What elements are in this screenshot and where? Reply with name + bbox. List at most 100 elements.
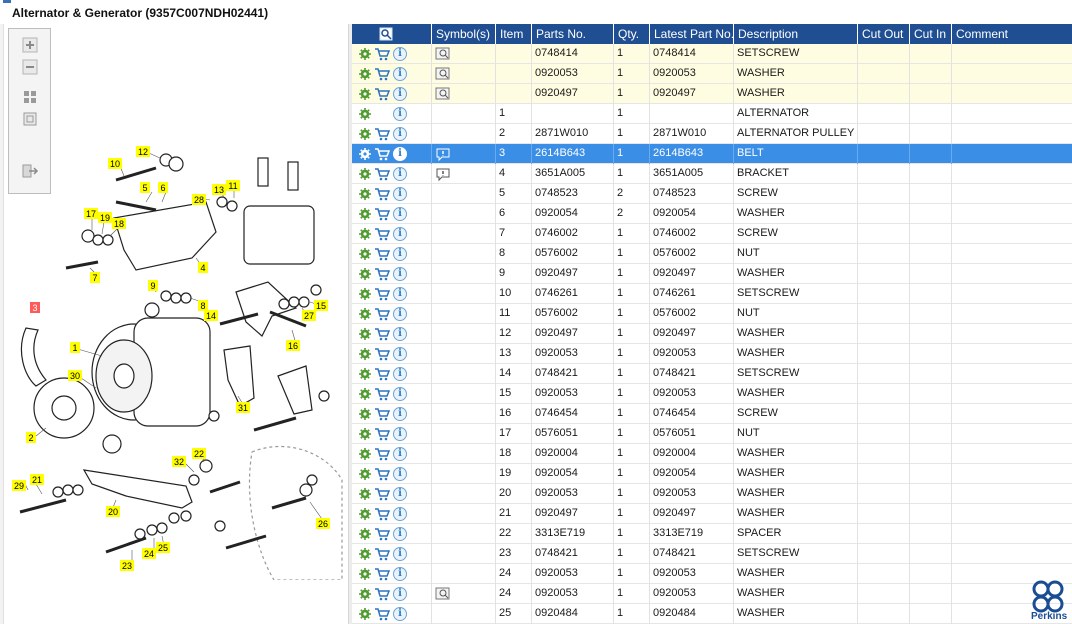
gear-icon[interactable] xyxy=(358,187,372,201)
add-to-cart-icon[interactable] xyxy=(374,127,390,141)
info-icon[interactable]: i xyxy=(393,187,407,201)
document-zoom-icon[interactable] xyxy=(435,87,451,101)
add-to-cart-icon[interactable] xyxy=(374,527,390,541)
info-icon[interactable]: i xyxy=(393,287,407,301)
info-icon[interactable]: i xyxy=(393,247,407,261)
actual-size-icon[interactable] xyxy=(19,111,41,129)
add-to-cart-icon[interactable] xyxy=(374,427,390,441)
gear-icon[interactable] xyxy=(358,427,372,441)
gear-icon[interactable] xyxy=(358,607,372,621)
column-header-qty[interactable]: Qty. xyxy=(614,24,650,44)
gear-icon[interactable] xyxy=(358,227,372,241)
gear-icon[interactable] xyxy=(358,247,372,261)
table-row[interactable]: i 0748414 1 0748414 SETSCREW xyxy=(352,44,1072,64)
info-icon[interactable]: i xyxy=(393,327,407,341)
info-icon[interactable]: i xyxy=(393,567,407,581)
table-row[interactable]: i 17 0576051 1 0576051 NUT xyxy=(352,424,1072,444)
info-icon[interactable]: i xyxy=(393,47,407,61)
gear-icon[interactable] xyxy=(358,387,372,401)
info-icon[interactable]: i xyxy=(393,87,407,101)
gear-icon[interactable] xyxy=(358,87,372,101)
document-zoom-icon[interactable] xyxy=(435,587,451,601)
gear-icon[interactable] xyxy=(358,307,372,321)
info-icon[interactable]: i xyxy=(393,507,407,521)
add-to-cart-icon[interactable] xyxy=(374,287,390,301)
column-header-latest-part-no[interactable]: Latest Part No. xyxy=(650,24,734,44)
add-to-cart-icon[interactable] xyxy=(374,387,390,401)
add-to-cart-icon[interactable] xyxy=(374,147,390,161)
gear-icon[interactable] xyxy=(358,527,372,541)
add-to-cart-icon[interactable] xyxy=(374,327,390,341)
gear-icon[interactable] xyxy=(358,327,372,341)
add-to-cart-icon[interactable] xyxy=(374,87,390,101)
add-to-cart-icon[interactable] xyxy=(374,547,390,561)
add-to-cart-icon[interactable] xyxy=(374,187,390,201)
table-row[interactable]: i 9 0920497 1 0920497 WASHER xyxy=(352,264,1072,284)
table-row[interactable]: i 2 2871W010 1 2871W010 ALTERNATOR PULLEY xyxy=(352,124,1072,144)
column-header-parts-no[interactable]: Parts No. xyxy=(532,24,614,44)
column-header-actions[interactable] xyxy=(352,24,432,44)
note-bubble-icon[interactable] xyxy=(435,166,451,182)
table-row[interactable]: i 8 0576002 1 0576002 NUT xyxy=(352,244,1072,264)
table-row[interactable]: i 18 0920004 1 0920004 WASHER xyxy=(352,444,1072,464)
add-to-cart-icon[interactable] xyxy=(374,487,390,501)
table-row[interactable]: i 5 0748523 2 0748523 SCREW xyxy=(352,184,1072,204)
info-icon[interactable]: i xyxy=(393,307,407,321)
gear-icon[interactable] xyxy=(358,367,372,381)
gear-icon[interactable] xyxy=(358,167,372,181)
gear-icon[interactable] xyxy=(358,407,372,421)
table-row[interactable]: i 0920053 1 0920053 WASHER xyxy=(352,64,1072,84)
gear-icon[interactable] xyxy=(358,567,372,581)
add-to-cart-icon[interactable] xyxy=(374,447,390,461)
gear-icon[interactable] xyxy=(358,107,372,121)
gear-icon[interactable] xyxy=(358,67,372,81)
info-icon[interactable]: i xyxy=(393,207,407,221)
table-row[interactable]: i 24 0920053 1 0920053 WASHER xyxy=(352,584,1072,604)
add-to-cart-icon[interactable] xyxy=(374,367,390,381)
info-icon[interactable]: i xyxy=(393,107,407,121)
document-zoom-icon[interactable] xyxy=(435,47,451,61)
gear-icon[interactable] xyxy=(358,587,372,601)
table-row[interactable]: i 1 1 ALTERNATOR xyxy=(352,104,1072,124)
info-icon[interactable]: i xyxy=(393,127,407,141)
gear-icon[interactable] xyxy=(358,147,372,161)
info-icon[interactable]: i xyxy=(393,227,407,241)
add-to-cart-icon[interactable] xyxy=(374,467,390,481)
add-to-cart-icon[interactable] xyxy=(374,307,390,321)
table-row[interactable]: i 22 3313E719 1 3313E719 SPACER xyxy=(352,524,1072,544)
table-row[interactable]: i 7 0746002 1 0746002 SCREW xyxy=(352,224,1072,244)
info-icon[interactable]: i xyxy=(393,487,407,501)
info-icon[interactable]: i xyxy=(393,387,407,401)
table-row[interactable]: i 21 0920497 1 0920497 WASHER xyxy=(352,504,1072,524)
add-to-cart-icon[interactable] xyxy=(374,567,390,581)
info-icon[interactable]: i xyxy=(393,587,407,601)
info-icon[interactable]: i xyxy=(393,347,407,361)
table-row[interactable]: i 19 0920054 1 0920054 WASHER xyxy=(352,464,1072,484)
gear-icon[interactable] xyxy=(358,447,372,461)
note-bubble-icon[interactable] xyxy=(435,146,451,162)
parts-diagram[interactable]: 12 10 5 6 28 13 11 17 19 18 4 7 9 8 14 3… xyxy=(6,140,346,580)
table-row[interactable]: i 4 3651A005 1 3651A005 BRACKET xyxy=(352,164,1072,184)
add-to-cart-icon[interactable] xyxy=(374,247,390,261)
table-row[interactable]: i 20 0920053 1 0920053 WASHER xyxy=(352,484,1072,504)
info-icon[interactable]: i xyxy=(393,467,407,481)
table-row[interactable]: i 12 0920497 1 0920497 WASHER xyxy=(352,324,1072,344)
zoom-in-icon[interactable] xyxy=(19,37,41,55)
column-header-description[interactable]: Description xyxy=(734,24,858,44)
gear-icon[interactable] xyxy=(358,347,372,361)
gear-icon[interactable] xyxy=(358,47,372,61)
locate-in-diagram-icon[interactable] xyxy=(379,27,393,41)
table-row[interactable]: i 23 0748421 1 0748421 SETSCREW xyxy=(352,544,1072,564)
gear-icon[interactable] xyxy=(358,467,372,481)
add-to-cart-icon[interactable] xyxy=(374,47,390,61)
table-row[interactable]: i 15 0920053 1 0920053 WASHER xyxy=(352,384,1072,404)
column-header-cut-in[interactable]: Cut In xyxy=(910,24,952,44)
table-row[interactable]: i 6 0920054 2 0920054 WASHER xyxy=(352,204,1072,224)
add-to-cart-icon[interactable] xyxy=(374,67,390,81)
add-to-cart-icon[interactable] xyxy=(374,587,390,601)
column-header-comment[interactable]: Comment xyxy=(952,24,1072,44)
info-icon[interactable]: i xyxy=(393,167,407,181)
table-row[interactable]: i 10 0746261 1 0746261 SETSCREW xyxy=(352,284,1072,304)
info-icon[interactable]: i xyxy=(393,407,407,421)
add-to-cart-icon[interactable] xyxy=(374,207,390,221)
